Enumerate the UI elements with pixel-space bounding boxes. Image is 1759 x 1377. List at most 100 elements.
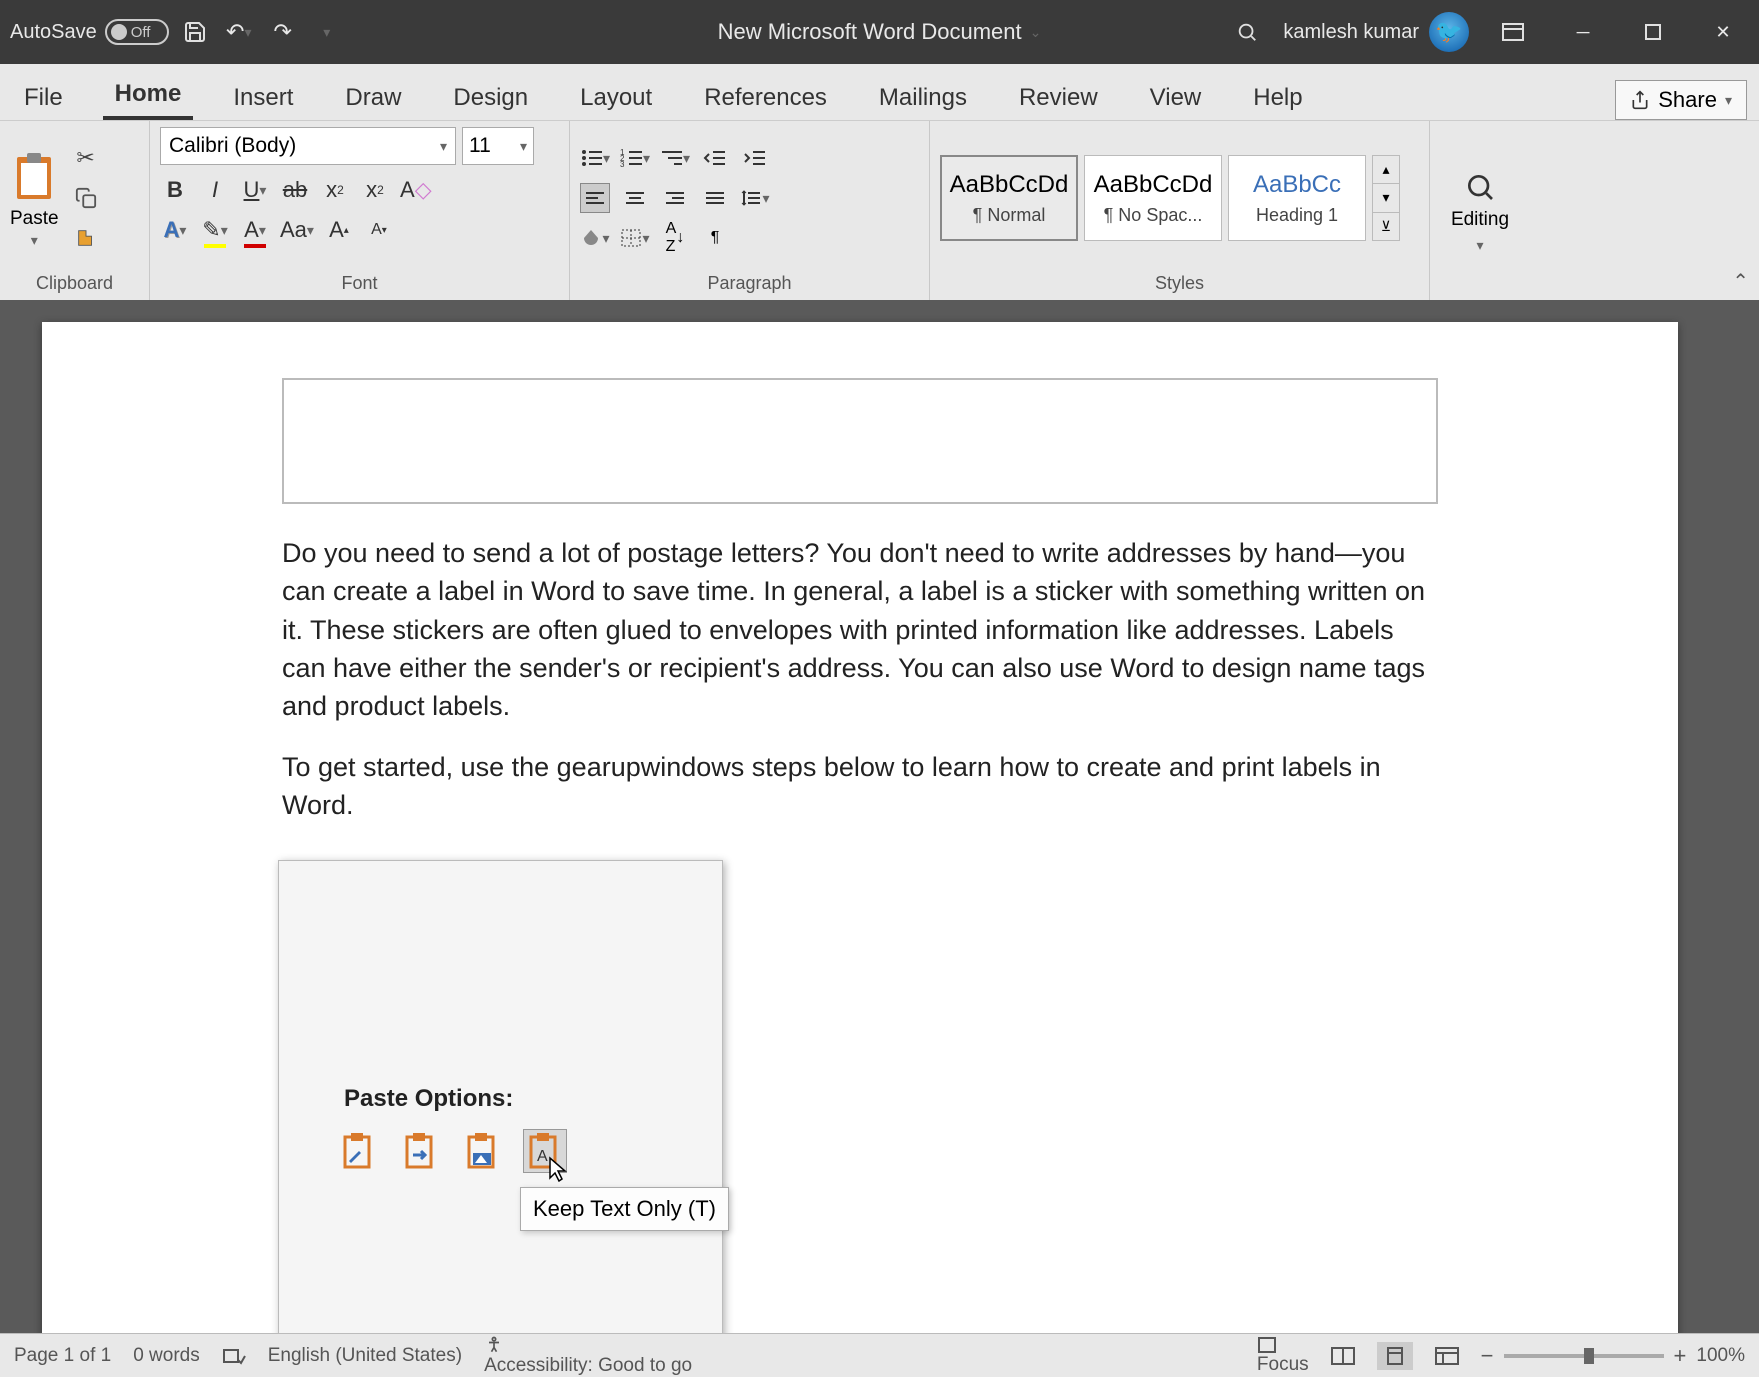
format-painter-icon[interactable] [71,223,101,253]
minimize-icon[interactable]: ─ [1557,12,1609,52]
bullets-button[interactable]: ▾ [580,143,610,173]
tab-layout[interactable]: Layout [568,76,664,120]
cut-icon[interactable]: ✂ [71,143,101,173]
underline-button[interactable]: U▾ [240,175,270,205]
increase-indent-button[interactable] [740,143,770,173]
maximize-icon[interactable] [1627,12,1679,52]
editing-button[interactable]: Editing ▾ [1451,171,1509,254]
zoom-control: − + 100% [1481,1343,1745,1369]
chevron-down-icon: ▾ [1725,92,1732,109]
paste-button[interactable]: Paste ▾ [10,148,59,249]
style-no-spacing[interactable]: AaBbCcDd ¶ No Spac... [1084,155,1222,241]
paragraph-2: To get started, use the gearupwindows st… [282,748,1438,825]
shrink-font-button[interactable]: A▾ [364,215,394,245]
group-paragraph: ▾ 123▾ ▾ ▾ ▾ ▾ AZ↓ ¶ [570,121,930,300]
strikethrough-button[interactable]: ab [280,175,310,205]
show-marks-button[interactable]: ¶ [700,223,730,253]
group-clipboard: Paste ▾ ✂ Clipboard [0,121,150,300]
shading-button[interactable]: ▾ [580,223,610,253]
search-icon[interactable] [1229,14,1265,50]
zoom-level[interactable]: 100% [1696,1345,1745,1367]
align-center-button[interactable] [620,183,650,213]
group-label-clipboard: Clipboard [10,269,139,298]
bold-button[interactable]: B [160,175,190,205]
content-placeholder[interactable] [282,378,1438,504]
collapse-ribbon-icon[interactable]: ⌃ [1732,269,1749,294]
style-normal[interactable]: AaBbCcDd ¶ Normal [940,155,1078,241]
tab-draw[interactable]: Draw [333,76,413,120]
superscript-button[interactable]: x2 [360,175,390,205]
grow-font-button[interactable]: A▴ [324,215,354,245]
redo-icon[interactable]: ↷ [265,14,301,50]
user-account[interactable]: kamlesh kumar 🐦 [1283,12,1469,52]
copy-icon[interactable] [71,183,101,213]
spellcheck-icon[interactable] [222,1346,246,1366]
tab-insert[interactable]: Insert [221,76,305,120]
tab-references[interactable]: References [692,76,839,120]
autosave-control[interactable]: AutoSave Off [10,19,169,45]
justify-button[interactable] [700,183,730,213]
clipboard-icon [10,148,58,206]
focus-mode[interactable]: Focus [1257,1336,1309,1376]
page-indicator[interactable]: Page 1 of 1 [14,1345,111,1367]
tooltip: Keep Text Only (T) [520,1187,729,1231]
zoom-slider[interactable] [1504,1354,1664,1358]
toggle-nub [111,24,127,40]
line-spacing-button[interactable]: ▾ [740,183,770,213]
highlight-button[interactable]: ✎▾ [200,215,230,245]
font-color-button[interactable]: A▾ [240,215,270,245]
clear-formatting-icon[interactable]: A◇ [400,175,432,205]
user-name: kamlesh kumar [1283,21,1419,44]
font-size-combo[interactable]: 11▾ [462,127,534,165]
change-case-button[interactable]: Aa▾ [280,215,314,245]
tab-view[interactable]: View [1138,76,1214,120]
tab-home[interactable]: Home [103,72,194,120]
undo-icon[interactable]: ↶▾ [221,14,257,50]
qat-customize-icon[interactable]: ▾ [309,14,345,50]
language-indicator[interactable]: English (United States) [268,1345,462,1367]
body-text[interactable]: Do you need to send a lot of postage let… [282,534,1438,824]
word-count[interactable]: 0 words [133,1345,200,1367]
save-icon[interactable] [177,14,213,50]
subscript-button[interactable]: x2 [320,175,350,205]
sort-button[interactable]: AZ↓ [660,223,690,253]
paste-keep-source-icon[interactable] [337,1129,381,1173]
numbering-button[interactable]: 123▾ [620,143,650,173]
styles-more-icon[interactable]: ⊻ [1373,213,1399,240]
font-name-combo[interactable]: Calibri (Body)▾ [160,127,456,165]
autosave-toggle[interactable]: Off [105,19,169,45]
styles-up-icon[interactable]: ▴ [1373,156,1399,184]
web-layout-icon[interactable] [1429,1342,1465,1370]
paste-merge-icon[interactable] [399,1129,443,1173]
read-mode-icon[interactable] [1325,1342,1361,1370]
align-left-button[interactable] [580,183,610,213]
zoom-out-button[interactable]: − [1481,1343,1494,1369]
document-title[interactable]: New Microsoft Word Document ⌄ [718,19,1042,45]
tab-review[interactable]: Review [1007,76,1110,120]
tab-mailings[interactable]: Mailings [867,76,979,120]
borders-button[interactable]: ▾ [620,223,650,253]
paste-picture-icon[interactable] [461,1129,505,1173]
paste-options-popup: Paste Options: A [278,860,723,1333]
print-layout-icon[interactable] [1377,1342,1413,1370]
tab-file[interactable]: File [12,76,75,120]
italic-button[interactable]: I [200,175,230,205]
document-area: Do you need to send a lot of postage let… [0,300,1759,1333]
align-right-button[interactable] [660,183,690,213]
decrease-indent-button[interactable] [700,143,730,173]
accessibility-indicator[interactable]: Accessibility: Good to go [484,1335,692,1377]
close-icon[interactable]: ✕ [1697,12,1749,52]
chevron-down-icon: ▾ [31,232,38,249]
tab-help[interactable]: Help [1241,76,1314,120]
share-button[interactable]: Share ▾ [1615,80,1747,120]
text-effects-button[interactable]: A▾ [160,215,190,245]
ribbon: Paste ▾ ✂ Clipboard Calibri (Body)▾ [0,120,1759,300]
ribbon-display-icon[interactable] [1487,12,1539,52]
chevron-down-icon: ⌄ [1030,24,1042,41]
styles-down-icon[interactable]: ▾ [1373,184,1399,212]
multilevel-list-button[interactable]: ▾ [660,143,690,173]
zoom-in-button[interactable]: + [1674,1343,1687,1369]
tab-design[interactable]: Design [441,76,540,120]
paste-text-only-icon[interactable]: A [523,1129,567,1173]
style-heading1[interactable]: AaBbCc Heading 1 [1228,155,1366,241]
